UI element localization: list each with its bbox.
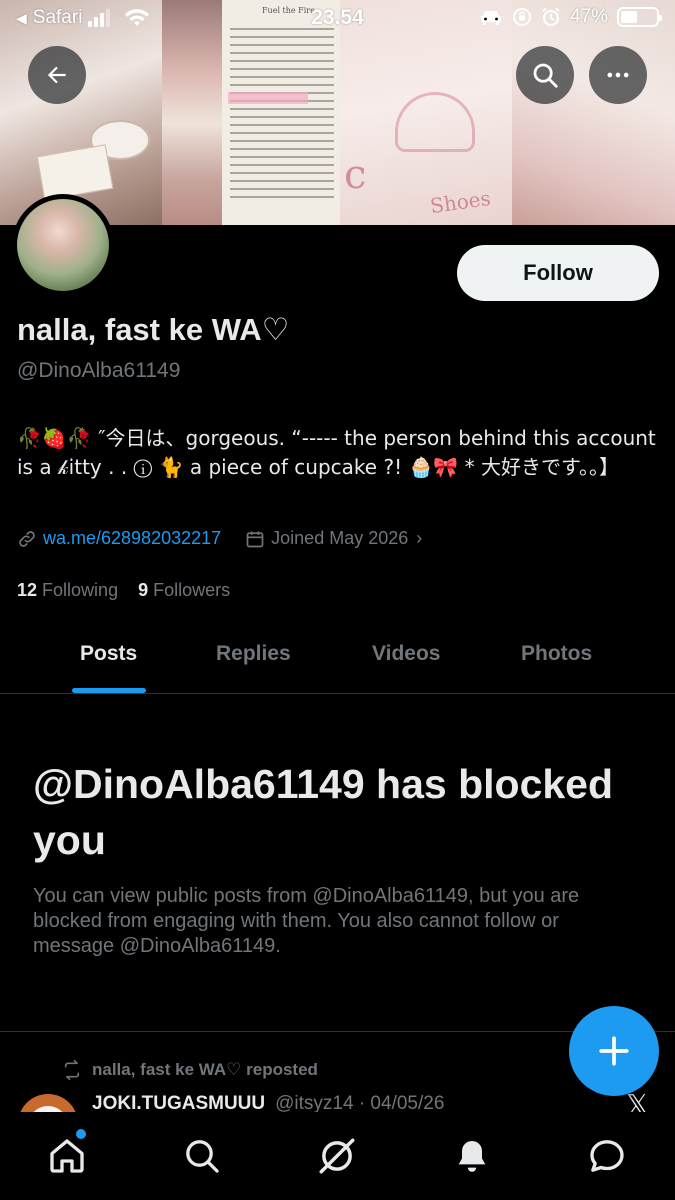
nav-notifications[interactable] <box>450 1134 494 1178</box>
bottom-navigation <box>0 1112 675 1200</box>
chevron-right-icon[interactable]: › <box>416 528 422 549</box>
profile-handle: @DinoAlba61149 <box>17 359 181 382</box>
orientation-lock-icon <box>512 8 531 26</box>
plus-icon <box>599 1036 629 1066</box>
search-button[interactable] <box>516 46 574 104</box>
repost-icon <box>64 1060 80 1080</box>
profile-meta: wa.me/628982032217 Joined May 2026 › <box>17 528 422 549</box>
grok-icon <box>319 1138 355 1174</box>
tab-replies[interactable]: Replies <box>216 642 291 666</box>
search-icon <box>186 1140 219 1173</box>
back-button[interactable] <box>28 46 86 104</box>
profile-joined-date[interactable]: Joined May 2026 <box>271 528 408 549</box>
followers-link[interactable]: 9 Followers <box>138 580 230 600</box>
tab-videos[interactable]: Videos <box>372 642 440 666</box>
search-icon <box>533 63 558 88</box>
home-icon <box>50 1139 84 1173</box>
repost-indicator: nalla, fast ke WA♡ reposted <box>62 1060 318 1080</box>
profile-tabs: Posts Replies Videos Photos <box>0 620 675 694</box>
calendar-icon <box>246 531 264 547</box>
car-icon <box>480 11 501 25</box>
active-tab-indicator <box>72 688 146 693</box>
blocked-description: You can view public posts from @DinoAlba… <box>33 885 580 957</box>
profile-bio: 🥀🍓🥀 ″今日は、gorgeous. “----- the person beh… <box>17 426 656 479</box>
followers-count: 9 <box>138 580 149 600</box>
profile-stats: 12 Following 9 Followers <box>17 580 230 601</box>
following-label: Following <box>42 580 119 600</box>
tab-posts[interactable]: Posts <box>80 642 137 666</box>
ios-status-bar: ◀ Safari 23.54 47% <box>0 0 675 38</box>
followers-label: Followers <box>153 580 231 600</box>
more-options-button[interactable] <box>589 46 647 104</box>
battery-icon <box>617 7 662 27</box>
following-count: 12 <box>17 580 38 600</box>
messages-icon <box>590 1140 624 1172</box>
link-icon <box>19 530 35 547</box>
follow-button[interactable]: Follow <box>457 245 659 301</box>
profile-avatar[interactable] <box>12 194 114 296</box>
arrow-left-icon <box>47 66 66 84</box>
tab-photos[interactable]: Photos <box>521 642 592 666</box>
nav-search[interactable] <box>180 1134 224 1178</box>
home-notification-dot <box>76 1129 86 1139</box>
nav-grok[interactable] <box>315 1134 359 1178</box>
blocked-title: @DinoAlba61149 has blocked you <box>33 761 614 863</box>
following-link[interactable]: 12 Following <box>17 580 118 600</box>
more-horizontal-icon <box>607 72 629 78</box>
alarm-icon <box>542 7 560 26</box>
profile-display-name: nalla, fast ke WA♡ <box>17 312 290 347</box>
profile-website-link[interactable]: wa.me/628982032217 <box>43 528 221 549</box>
nav-messages[interactable] <box>585 1134 629 1178</box>
compose-post-button[interactable] <box>569 1006 659 1096</box>
battery-percentage: 47% <box>569 6 608 27</box>
repost-text[interactable]: nalla, fast ke WA♡ reposted <box>92 1060 318 1080</box>
nav-home[interactable] <box>45 1134 89 1178</box>
notifications-icon <box>458 1141 486 1172</box>
